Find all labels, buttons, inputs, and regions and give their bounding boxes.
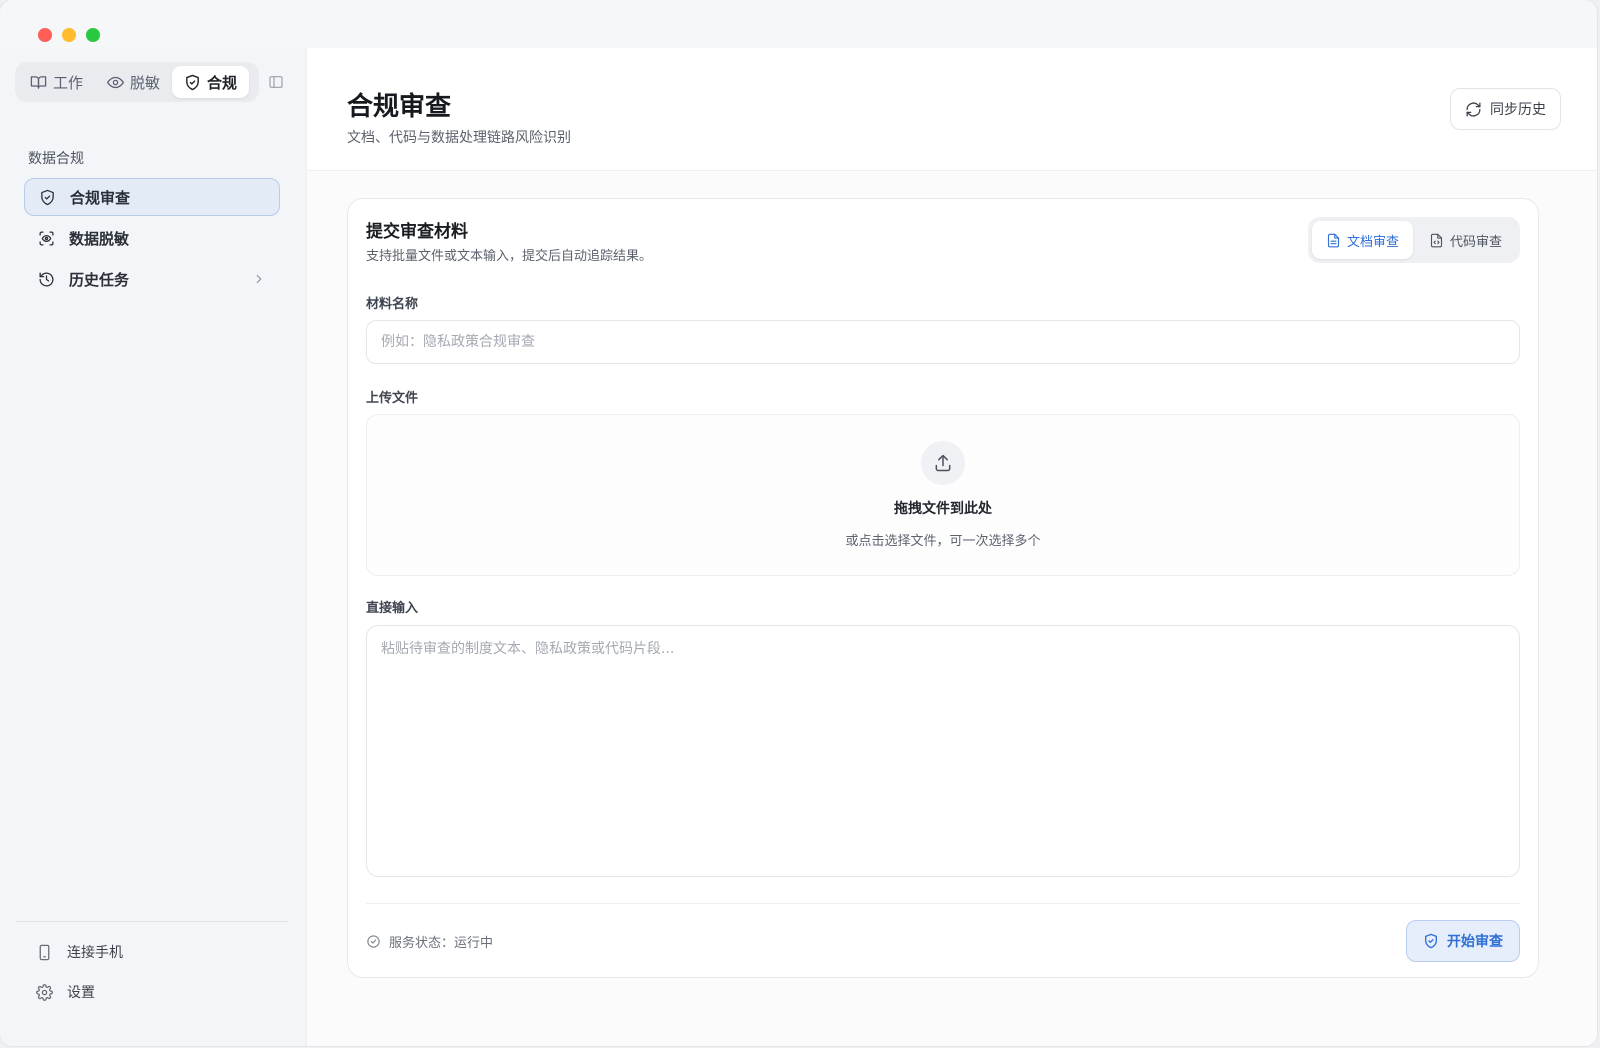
sidebar-item-compliance-review[interactable]: 合规审查 [24,178,280,216]
traffic-lights [38,28,100,42]
chevron-right-icon [256,274,262,284]
gear-icon [36,983,53,1001]
phone-icon [39,944,50,960]
eye-icon [107,76,124,88]
sidebar-item-data-masking[interactable]: 数据脱敏 [24,219,280,257]
mode-work-label: 工作 [53,73,84,92]
close-window-button[interactable] [38,28,52,42]
mode-work-button[interactable]: 工作 [18,66,95,98]
connect-phone-label: 连接手机 [67,945,123,961]
mode-mask-button[interactable]: 脱敏 [95,66,172,98]
sidebar-section-title: 数据合规 [28,151,84,167]
start-review-label: 开始审查 [1447,934,1503,950]
refresh-icon [1466,101,1481,117]
book-icon [30,75,47,89]
card-description: 支持批量文件或文本输入，提交后自动追踪结果。 [366,249,653,264]
check-circle-icon [367,935,380,948]
connect-phone-button[interactable]: 连接手机 [36,942,123,962]
shield-check-icon [41,189,54,205]
sync-history-button[interactable]: 同步历史 [1450,88,1561,130]
direct-input-textarea[interactable] [366,625,1520,877]
start-review-button[interactable]: 开始审查 [1406,920,1520,962]
scan-eye-icon [39,230,54,246]
direct-input-label: 直接输入 [366,601,419,616]
sidebar-toggle-icon[interactable] [268,74,284,90]
card-divider [366,903,1520,904]
settings-button[interactable]: 设置 [36,982,95,1002]
sidebar-item-label: 历史任务 [69,270,130,289]
sidebar-divider [16,921,288,922]
main-content: 合规审查 文档、代码与数据处理链路风险识别 同步历史 提交审查材料 支持批量文件… [306,48,1597,1046]
history-icon [39,271,54,287]
sidebar-item-history-tasks[interactable]: 历史任务 [24,260,280,298]
mode-compliance-button[interactable]: 合规 [172,66,250,98]
sidebar-item-label: 合规审查 [70,188,131,207]
file-dropzone[interactable]: 拖拽文件到此处 或点击选择文件，可一次选择多个 [366,414,1520,576]
file-text-icon [1327,233,1340,247]
tab-document-review[interactable]: 文档审查 [1311,221,1413,259]
service-status-text: 服务状态：运行中 [389,936,494,951]
page-title: 合规审查 [347,92,452,122]
sync-history-label: 同步历史 [1490,102,1546,118]
shield-check-icon [1425,933,1437,949]
upload-icon [935,454,951,472]
sidebar-nav: 合规审查 数据脱敏 历史任务 [24,178,280,301]
shield-icon [186,74,199,90]
mode-switch: 工作 脱敏 合规 [15,62,259,102]
tab-code-review-label: 代码审查 [1449,234,1502,250]
minimize-window-button[interactable] [62,28,76,42]
app-window: 工作 脱敏 合规 数据合规 合规审查 数据脱敏 历史任务 连接手机 设置 合规审… [0,0,1597,1046]
card-title: 提交审查材料 [366,222,468,242]
submit-card: 提交审查材料 支持批量文件或文本输入，提交后自动追踪结果。 文档审查 代码审查 … [347,198,1539,978]
material-name-label: 材料名称 [366,297,419,312]
page-header: 合规审查 文档、代码与数据处理链路风险识别 同步历史 [307,48,1597,171]
dropzone-description: 或点击选择文件，可一次选择多个 [845,534,1041,549]
upload-file-label: 上传文件 [366,391,419,406]
mode-mask-label: 脱敏 [130,73,161,92]
dropzone-title: 拖拽文件到此处 [894,501,992,517]
sidebar: 工作 脱敏 合规 数据合规 合规审查 数据脱敏 历史任务 连接手机 设置 [0,48,306,1046]
review-type-tabs: 文档审查 代码审查 [1307,217,1520,263]
settings-label: 设置 [67,985,95,1001]
tab-document-review-label: 文档审查 [1346,234,1399,250]
sidebar-item-label: 数据脱敏 [69,229,130,248]
tab-code-review[interactable]: 代码审查 [1415,221,1516,259]
upload-icon-wrapper [921,441,965,485]
page-subtitle: 文档、代码与数据处理链路风险识别 [347,130,571,146]
service-status: 服务状态：运行中 [366,932,493,951]
file-code-icon [1430,233,1443,247]
material-name-input[interactable] [366,320,1520,364]
mode-compliance-label: 合规 [207,73,238,92]
zoom-window-button[interactable] [86,28,100,42]
